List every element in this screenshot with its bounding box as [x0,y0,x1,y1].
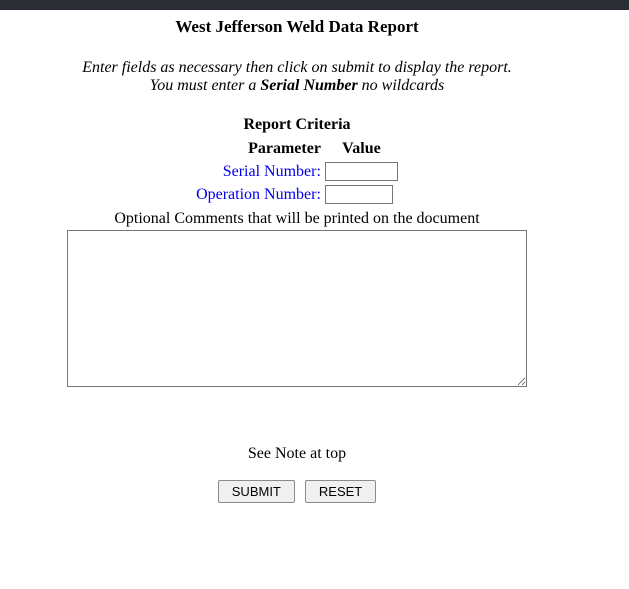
instructions-text: Enter fields as necessary then click on … [0,59,594,95]
optional-comments-textarea[interactable] [67,230,527,387]
page-title: West Jefferson Weld Data Report [0,17,594,37]
parameter-column-header: Parameter [195,139,322,159]
page-viewport: West Jefferson Weld Data Report Enter fi… [0,0,629,589]
report-criteria-heading: Report Criteria [0,116,594,134]
report-form-container: West Jefferson Weld Data Report Enter fi… [0,17,594,503]
criteria-table: Parameter Value Serial Number: Operation… [193,137,401,207]
table-row-serial-number: Serial Number: [195,161,399,182]
serial-number-input[interactable] [325,162,398,181]
criteria-header-row: Parameter Value [195,139,399,159]
submit-button[interactable]: SUBMIT [218,480,295,503]
operation-number-label-cell: Operation Number: [195,184,322,205]
see-note-text: See Note at top [0,445,594,463]
instructions-line2-prefix: You must enter a [150,77,261,94]
top-bar [0,0,629,10]
serial-number-link[interactable]: Serial Number: [223,163,321,180]
optional-comments-label: Optional Comments that will be printed o… [0,210,594,228]
operation-number-link[interactable]: Operation Number: [196,186,321,203]
button-row: SUBMIT RESET [0,480,594,503]
serial-number-value-cell [324,161,399,182]
value-column-header: Value [324,139,399,159]
serial-number-label-cell: Serial Number: [195,161,322,182]
operation-number-value-cell [324,184,399,205]
reset-button[interactable]: RESET [305,480,376,503]
instructions-line1: Enter fields as necessary then click on … [82,59,512,76]
instructions-line2-suffix: no wildcards [358,77,445,94]
table-row-operation-number: Operation Number: [195,184,399,205]
instructions-serial-number-emphasis: Serial Number [260,77,357,94]
operation-number-input[interactable] [325,185,393,204]
